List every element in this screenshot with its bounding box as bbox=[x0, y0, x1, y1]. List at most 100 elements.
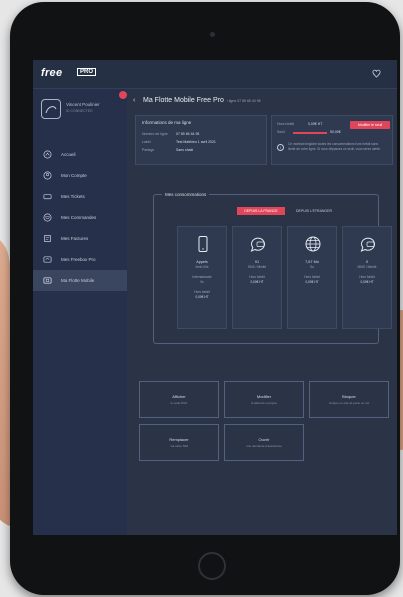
line-info-title: Informations de ma ligne bbox=[142, 120, 192, 125]
app-screen: free PRO Vincent Poulinier ID CONNECTED bbox=[33, 60, 397, 535]
threshold-bar bbox=[293, 132, 327, 134]
data-plan: Go bbox=[309, 265, 315, 269]
consumption-card-calls: Appels 0min 00s Internationale 0s Hors f… bbox=[177, 226, 227, 329]
mobile-icon bbox=[43, 277, 52, 284]
calls-offplan-label: Hors forfait bbox=[194, 290, 210, 294]
action-subtitle: le label de ma ligne bbox=[251, 401, 277, 405]
line-label-value: Test Matthieu 1 avril 2021 bbox=[176, 140, 216, 144]
sidebar-item-label: Ma Flotte Mobile bbox=[61, 278, 95, 283]
main-content: ‹ Ma Flotte Mobile Free Pro / ligne 07 89… bbox=[131, 89, 397, 535]
action-title: Afficher bbox=[172, 394, 186, 399]
tab-depuis-l-etranger[interactable]: DEPUIS L'ETRANGER bbox=[290, 207, 338, 215]
tab-depuis-la-france[interactable]: DEPUIS LA FRANCE bbox=[237, 207, 285, 215]
line-label-label: Label bbox=[142, 140, 151, 144]
threshold-label: Seuil bbox=[277, 130, 285, 134]
action-subtitle: le code PUK bbox=[170, 401, 188, 405]
action-subtitle: ma carte SIM bbox=[170, 444, 188, 448]
sidebar-item-label: Mes Commandes bbox=[61, 215, 97, 220]
free-logo[interactable]: free bbox=[41, 67, 62, 79]
user-icon bbox=[43, 171, 52, 180]
mms-offplan-value: 0,00€ HT bbox=[360, 280, 374, 284]
line-number-label: Numéro de ligne bbox=[142, 132, 168, 136]
open-support-button[interactable]: Ouvrir une demande d'assistance bbox=[224, 424, 304, 461]
consumption-card-data: 7,67 Mo Go Hors forfait 0,00€ HT bbox=[287, 226, 337, 329]
off-plan-value: 0,00€ HT bbox=[308, 122, 323, 126]
phone-icon bbox=[198, 236, 208, 252]
off-plan-label: Hors forfait bbox=[277, 122, 295, 126]
sidebar-item-label: Accueil bbox=[61, 152, 76, 157]
consumptions-panel: Mes consommations DEPUIS LA FRANCE DEPUI… bbox=[153, 192, 392, 344]
mms-offplan-label: Hors forfait bbox=[359, 275, 375, 279]
chevron-left-icon[interactable]: ‹ bbox=[133, 97, 135, 104]
action-subtitle: une demande d'assistance bbox=[246, 444, 282, 448]
tablet-frame: free PRO Vincent Poulinier ID CONNECTED bbox=[10, 2, 400, 595]
edit-label-button[interactable]: Modifier le label de ma ligne bbox=[224, 381, 304, 418]
threshold-value: 50,00€ bbox=[330, 130, 341, 134]
action-title: Ouvrir bbox=[258, 437, 270, 442]
calls-duration: 0min 00s bbox=[195, 265, 209, 269]
line-info-card: Informations de ma ligne Numéro de ligne… bbox=[135, 115, 267, 165]
user-avatar-icon bbox=[45, 106, 57, 114]
info-icon: i bbox=[277, 144, 284, 151]
sidebar-item-mon-compte[interactable]: Mon Compte bbox=[33, 165, 127, 186]
sidebar-item-label: Mes Freebox Pro bbox=[61, 257, 96, 262]
sms-offplan-label: Hors forfait bbox=[249, 275, 265, 279]
sidebar-item-ma-flotte-mobile[interactable]: Ma Flotte Mobile bbox=[33, 270, 127, 291]
sidebar-item-label: Mon Compte bbox=[61, 173, 87, 178]
user-name: Vincent Poulinier bbox=[66, 102, 100, 107]
line-number-value: 07 89 65 44 95 bbox=[176, 132, 200, 136]
threshold-info-text: Ce montant englobe toutes les consommati… bbox=[288, 142, 381, 151]
pro-badge: PRO bbox=[77, 68, 97, 76]
calls-offplan-value: 0,00€ HT bbox=[195, 295, 209, 299]
calls-intl-label: Internationale bbox=[192, 275, 212, 279]
cart-icon bbox=[43, 213, 52, 222]
page-title: Ma Flotte Mobile Free Pro / ligne 07 89 6… bbox=[143, 97, 261, 104]
action-title: Modifier bbox=[256, 394, 272, 399]
sidebar-item-accueil[interactable]: Accueil bbox=[33, 144, 127, 165]
consumption-card-mms: 0 MMS / illimité Hors forfait 0,00€ HT bbox=[342, 226, 392, 329]
invoice-icon bbox=[43, 234, 52, 243]
avatar bbox=[41, 99, 61, 119]
action-title: Remplacer bbox=[169, 437, 189, 442]
user-profile[interactable]: Vincent Poulinier ID CONNECTED bbox=[41, 95, 125, 129]
replace-sim-button[interactable]: Remplacer ma carte SIM bbox=[139, 424, 219, 461]
action-title: Bloquer bbox=[342, 394, 356, 399]
ticket-icon bbox=[43, 194, 52, 200]
page-subtitle: / ligne 07 89 65 44 95 bbox=[226, 99, 261, 103]
sidebar-item-mes-tickets[interactable]: Mes Tickets bbox=[33, 186, 127, 207]
show-puk-button[interactable]: Afficher le code PUK bbox=[139, 381, 219, 418]
sidebar: Vincent Poulinier ID CONNECTED Accueil M… bbox=[33, 89, 127, 535]
mms-plan: MMS / illimité bbox=[357, 265, 377, 269]
globe-icon bbox=[305, 236, 321, 252]
block-line-button[interactable]: Bloquer la ligne en cas de perte ou vol bbox=[309, 381, 389, 418]
freebox-icon bbox=[43, 256, 52, 263]
sidebar-item-mes-freebox-pro[interactable]: Mes Freebox Pro bbox=[33, 249, 127, 270]
home-icon bbox=[43, 150, 52, 159]
line-share-value: Sans shaki bbox=[176, 148, 194, 152]
top-bar: free PRO bbox=[33, 60, 397, 89]
sms-offplan-value: 0,00€ HT bbox=[250, 280, 264, 284]
user-subtitle: ID CONNECTED bbox=[66, 109, 93, 113]
line-share-label: Partage bbox=[142, 148, 155, 152]
data-offplan-label: Hors forfait bbox=[304, 275, 320, 279]
sidebar-item-mes-factures[interactable]: Mes Factures bbox=[33, 228, 127, 249]
sms-plan: SMS / illimité bbox=[247, 265, 267, 269]
notification-icon[interactable] bbox=[372, 69, 381, 78]
front-camera bbox=[210, 32, 215, 37]
action-subtitle: la ligne en cas de perte ou vol bbox=[329, 401, 369, 405]
sms-icon bbox=[250, 237, 265, 252]
consumption-summary-card: Hors forfait 0,00€ HT Seuil 50,00€ Modif… bbox=[271, 115, 393, 165]
calls-intl-value: 0s bbox=[200, 280, 204, 284]
modify-threshold-button[interactable]: Modifier le seuil bbox=[350, 121, 390, 129]
home-button[interactable] bbox=[198, 552, 226, 580]
sidebar-nav: Accueil Mon Compte Mes Tickets Mes Comma… bbox=[33, 144, 127, 291]
sidebar-item-label: Mes Factures bbox=[61, 236, 89, 241]
consumptions-title: Mes consommations bbox=[162, 192, 210, 197]
data-offplan-value: 0,00€ HT bbox=[305, 280, 319, 284]
sidebar-item-mes-commandes[interactable]: Mes Commandes bbox=[33, 207, 127, 228]
consumption-card-sms: 01 SMS / illimité Hors forfait 0,00€ HT bbox=[232, 226, 282, 329]
mms-icon bbox=[360, 237, 375, 252]
page-title-text: Ma Flotte Mobile Free Pro bbox=[143, 97, 224, 104]
notification-badge bbox=[119, 91, 127, 99]
sidebar-item-label: Mes Tickets bbox=[61, 194, 85, 199]
